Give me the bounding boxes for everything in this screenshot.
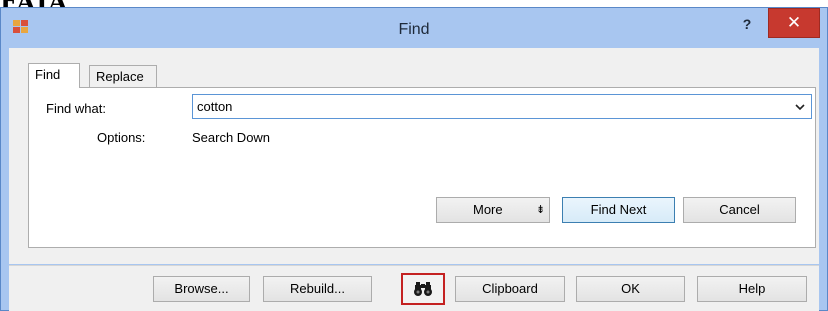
dialog-body: Find Replace Find what: cotton Options: … [9, 48, 819, 264]
double-down-arrow-icon: ⇟ [536, 204, 546, 216]
page: FAIA Find ? ✕ Find Replace Find what: [0, 0, 828, 311]
ok-button[interactable]: OK [576, 276, 685, 302]
close-button[interactable]: ✕ [768, 8, 820, 38]
title-bar[interactable]: Find ? ✕ [1, 8, 827, 48]
rebuild-button[interactable]: Rebuild... [263, 276, 372, 302]
options-value: Search Down [192, 130, 271, 145]
find-tab-panel: Find what: cotton Options: Search Down M… [28, 87, 816, 248]
bottom-toolbar: Browse... Rebuild... Clipboard OK Help [9, 265, 819, 311]
more-button[interactable]: More ⇟ [436, 197, 550, 223]
find-dialog: Find ? ✕ Find Replace Find what: cotton … [0, 7, 828, 311]
options-label: Options: [97, 130, 146, 145]
find-next-button[interactable]: Find Next [562, 197, 675, 223]
help-button[interactable]: Help [697, 276, 807, 302]
find-what-value[interactable]: cotton [197, 99, 232, 114]
tab-replace[interactable]: Replace [89, 65, 157, 87]
more-button-label: More [473, 202, 503, 217]
help-title-button[interactable]: ? [728, 11, 766, 39]
find-binoculars-button[interactable] [401, 273, 445, 305]
browse-button[interactable]: Browse... [153, 276, 250, 302]
clipboard-button[interactable]: Clipboard [455, 276, 565, 302]
cancel-button[interactable]: Cancel [683, 197, 796, 223]
window-title: Find [398, 21, 430, 38]
find-what-label: Find what: [46, 101, 106, 116]
chevron-down-icon[interactable] [795, 100, 805, 114]
tab-find[interactable]: Find [28, 63, 80, 88]
find-what-combobox[interactable]: cotton [192, 94, 812, 119]
